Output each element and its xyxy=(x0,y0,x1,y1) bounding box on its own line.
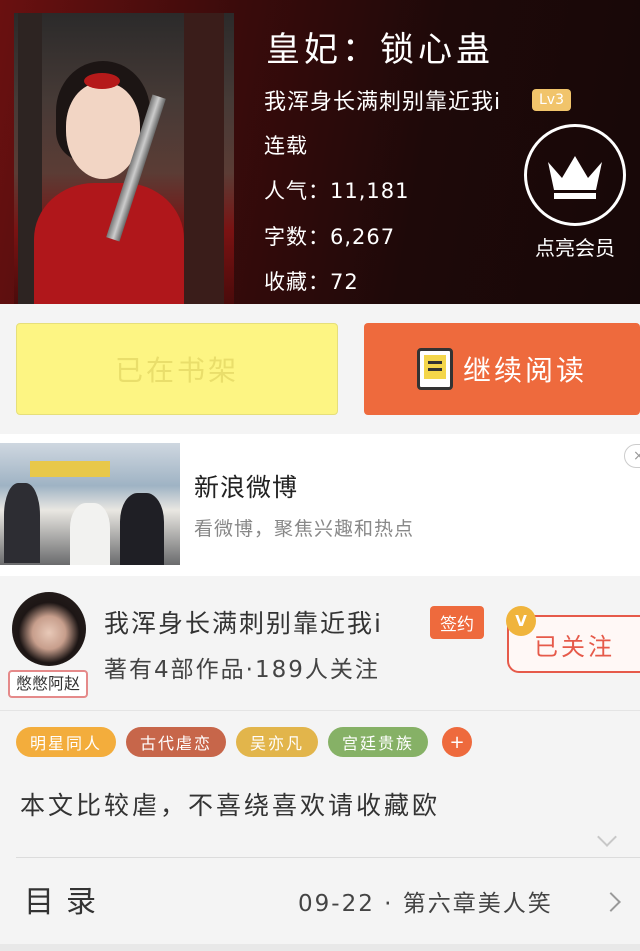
bottom-divider xyxy=(0,944,640,951)
ad-image-person xyxy=(70,503,110,565)
word-count-value: 6,267 xyxy=(330,225,396,249)
book-header: 皇妃：锁心蛊 我浑身长满刺别靠近我i Lv3 连载 人气：11,181 字数：6… xyxy=(0,0,640,304)
avatar[interactable] xyxy=(12,592,86,666)
ad-image-sign xyxy=(30,461,110,477)
book-description: 本文比较虐，不喜绕喜欢请收藏欧 xyxy=(20,791,441,820)
ad-subtitle: 看微博，聚焦兴趣和热点 xyxy=(194,518,415,540)
word-count-label: 字数： xyxy=(264,225,330,249)
author-name[interactable]: 我浑身长满刺别靠近我i xyxy=(104,604,422,640)
book-word-count: 字数：6,267 xyxy=(264,221,395,251)
author-level-badge: Lv3 xyxy=(532,89,571,111)
tag-item[interactable]: 明星同人 xyxy=(16,727,117,757)
book-popularity: 人气：11,181 xyxy=(264,175,409,205)
crown-icon xyxy=(548,156,602,199)
author-works-summary: 著有4部作品·189人关注 xyxy=(104,657,380,683)
ad-title[interactable]: 新浪微博 xyxy=(194,468,298,504)
cover-figure-ornament xyxy=(84,73,120,89)
cover-background xyxy=(184,13,224,304)
continue-reading-button[interactable]: 继续阅读 xyxy=(364,323,640,415)
book-status: 连载 xyxy=(264,134,308,158)
book-icon xyxy=(416,348,453,390)
ad-image-person xyxy=(4,483,40,563)
vip-button[interactable] xyxy=(524,124,626,226)
toc-label[interactable]: 目录 xyxy=(24,877,108,921)
toc-latest-chapter[interactable]: 09-22 · 第六章美人笑 xyxy=(298,884,553,918)
more-tags-button[interactable]: + xyxy=(442,727,473,757)
favorites-value: 72 xyxy=(330,270,359,294)
in-shelf-button[interactable]: 已在书架 xyxy=(16,323,338,415)
header-author-name[interactable]: 我浑身长满刺别靠近我i xyxy=(264,84,526,116)
header-author-row[interactable]: 我浑身长满刺别靠近我i Lv3 xyxy=(264,84,571,116)
vip-label[interactable]: 点亮会员 xyxy=(524,232,626,261)
book-cover[interactable] xyxy=(14,13,234,304)
tag-list: 明星同人 古代虐恋 吴亦凡 宫廷贵族 + xyxy=(16,727,473,757)
cover-figure-robe xyxy=(34,183,184,304)
continue-reading-label: 继续阅读 xyxy=(462,354,587,387)
ad-image-person xyxy=(120,493,164,565)
verified-badge-icon: V xyxy=(506,606,536,636)
tag-item[interactable]: 吴亦凡 xyxy=(236,727,319,757)
book-favorites: 收藏：72 xyxy=(264,266,359,296)
follow-label: 已关注 xyxy=(534,632,615,661)
book-title: 皇妃：锁心蛊 xyxy=(266,30,494,70)
tag-item[interactable]: 宫廷贵族 xyxy=(328,727,429,757)
tag-item[interactable]: 古代虐恋 xyxy=(126,727,227,757)
divider xyxy=(0,710,640,711)
avatar-name-stamp: 憋憋阿赵 xyxy=(8,670,88,698)
signed-badge: 签约 xyxy=(430,606,484,639)
popularity-value: 11,181 xyxy=(330,179,410,203)
ad-image[interactable] xyxy=(0,443,180,565)
divider xyxy=(16,857,640,858)
ad-banner[interactable]: 新浪微博 看微博，聚焦兴趣和热点 xyxy=(0,434,640,576)
favorites-label: 收藏： xyxy=(264,270,330,294)
popularity-label: 人气： xyxy=(264,179,330,203)
in-shelf-label: 已在书架 xyxy=(114,354,239,387)
